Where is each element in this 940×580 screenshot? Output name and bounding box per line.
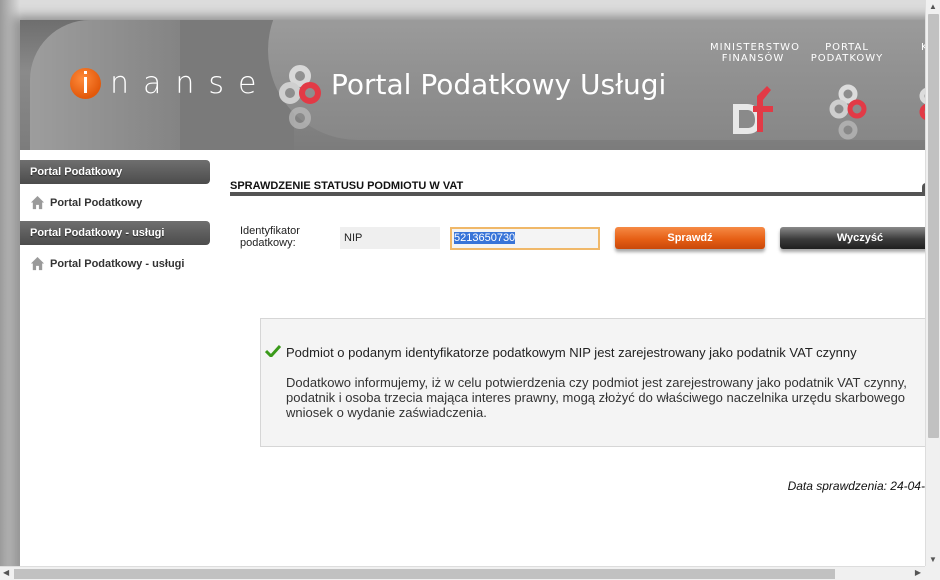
sidebar: Portal Podatkowy Portal Podatkowy Portal…: [20, 160, 210, 282]
sidebar-item-portal[interactable]: Portal Podatkowy: [20, 184, 210, 221]
check-icon: [265, 345, 281, 357]
sidebar-header-services: Portal Podatkowy - usługi: [20, 221, 210, 245]
scroll-left-icon[interactable]: ◀: [3, 568, 9, 577]
finanse-logo-icon[interactable]: [70, 68, 101, 99]
ministry-label[interactable]: MINISTERSTWO FINANSÓW: [710, 42, 799, 64]
third-logo-label[interactable]: KO: [914, 42, 925, 53]
sidebar-item-services[interactable]: Portal Podatkowy - usługi: [20, 245, 210, 282]
portal-label[interactable]: PORTAL PODATKOWY: [810, 42, 884, 64]
sidebar-item-label[interactable]: Portal Podatkowy: [50, 197, 142, 209]
result-message: Podmiot o podanym identyfikatorze podatk…: [286, 345, 857, 360]
header-title: Portal Podatkowy Usługi: [331, 68, 667, 101]
vertical-scrollbar[interactable]: ▲ ▼: [925, 0, 940, 566]
result-additional-info: Dodatkowo informujemy, iż w celu potwier…: [286, 375, 907, 420]
horizontal-scrollbar[interactable]: ◀ ▶: [0, 566, 925, 580]
home-icon: [30, 256, 45, 271]
site-header: nanse Portal Podatkowy Usługi MINISTERST…: [20, 20, 925, 150]
nip-input[interactable]: 5213650730: [450, 227, 600, 250]
check-button[interactable]: Sprawdź: [615, 227, 765, 249]
result-panel: Podmiot o podanym identyfikatorze podatk…: [260, 318, 925, 447]
sidebar-item-label[interactable]: Portal Podatkowy - usługi: [50, 258, 184, 270]
identifier-type-select[interactable]: NIP: [340, 227, 440, 249]
horizontal-scroll-thumb[interactable]: [14, 569, 835, 579]
third-logo-emblem-icon[interactable]: [916, 82, 925, 142]
identifier-label: Identyfikator podatkowy:: [240, 225, 300, 249]
scroll-down-icon[interactable]: ▼: [929, 555, 937, 564]
portal-emblem-icon: [279, 65, 321, 129]
ministry-emblem-icon[interactable]: [727, 82, 777, 142]
page: nanse Portal Podatkowy Usługi MINISTERST…: [20, 20, 925, 566]
sidebar-header-portal: Portal Podatkowy: [20, 160, 210, 184]
scrollbar-corner: [925, 566, 940, 580]
check-date: Data sprawdzenia: 24-04-201: [787, 479, 925, 493]
home-icon: [30, 195, 45, 210]
scroll-up-icon[interactable]: ▲: [929, 2, 937, 11]
nip-input-value: 5213650730: [454, 232, 516, 244]
main-content: SPRAWDZENIE STATUSU PODMIOTU W VAT Ident…: [230, 180, 925, 493]
section-title-text: SPRAWDZENIE STATUSU PODMIOTU W VAT: [230, 180, 464, 192]
clear-button[interactable]: Wyczyść: [780, 227, 925, 249]
scroll-right-icon[interactable]: ▶: [915, 568, 921, 577]
vertical-scroll-thumb[interactable]: [928, 14, 939, 438]
section-title: SPRAWDZENIE STATUSU PODMIOTU W VAT: [230, 180, 925, 196]
portal-small-emblem-icon[interactable]: [823, 82, 873, 142]
browser-viewport: nanse Portal Podatkowy Usługi MINISTERST…: [0, 0, 925, 566]
vat-check-form: Identyfikator podatkowy: NIP 5213650730 …: [230, 224, 925, 254]
finanse-logo-text[interactable]: nanse: [110, 66, 271, 101]
